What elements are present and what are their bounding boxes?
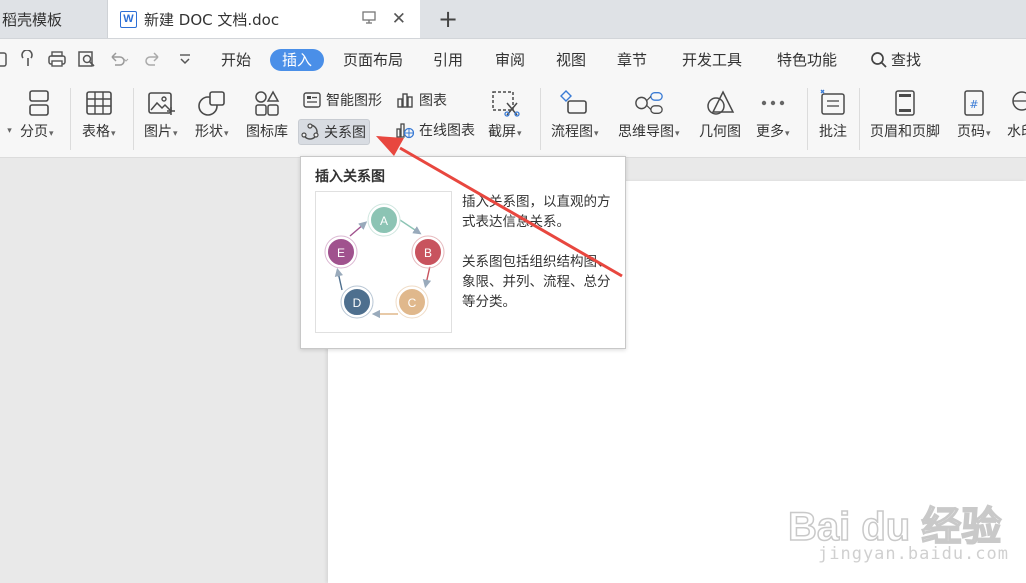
watermark-url: jingyan.baidu.com — [818, 544, 1009, 564]
